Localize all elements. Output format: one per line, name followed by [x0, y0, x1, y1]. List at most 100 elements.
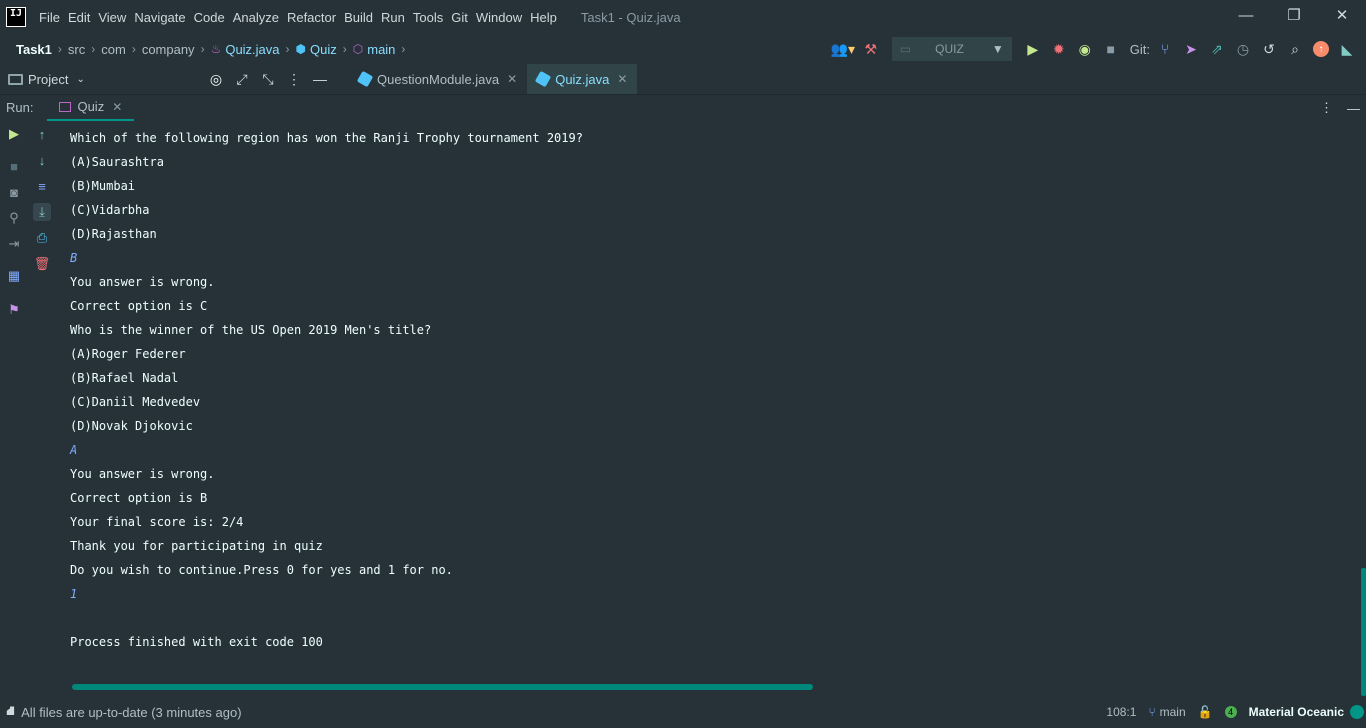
rerun-icon[interactable]: ▶ [0, 124, 28, 144]
breadcrumb-company[interactable]: company [142, 42, 195, 57]
camera-icon[interactable]: ◙ [0, 182, 28, 202]
git-update-icon[interactable]: ⑂ [1152, 36, 1178, 62]
hide-panel-icon[interactable]: — [307, 66, 333, 92]
lock-icon[interactable]: 🔓 [1198, 705, 1213, 719]
print-icon[interactable]: ⎙ [28, 228, 56, 248]
breadcrumb-project[interactable]: Task1 [16, 42, 52, 57]
run-config-icon [59, 101, 72, 112]
method-icon: ⬡ [352, 42, 364, 56]
menu-run[interactable]: Run [377, 10, 409, 25]
git-commit-icon[interactable]: ➤ [1178, 36, 1204, 62]
breadcrumb-method[interactable]: main [367, 42, 395, 57]
git-branch-widget[interactable]: ⑂ main [1148, 705, 1185, 719]
java-class-icon [356, 70, 374, 88]
git-label: Git: [1129, 41, 1150, 57]
tabs-bar: Project ⌄ ◎ ⤢ ⤡ ⋮ — QuestionModule.java … [0, 64, 1366, 94]
title-bar: IJ File Edit View Navigate Code Analyze … [0, 0, 1366, 34]
build-hammer-icon[interactable]: ⚒ [858, 36, 884, 62]
scroll-to-end-icon[interactable]: ⤓ [28, 202, 56, 222]
menu-navigate[interactable]: Navigate [130, 10, 189, 25]
project-label: Project [28, 71, 69, 87]
close-icon[interactable]: ✕ [617, 72, 627, 86]
run-configuration-select[interactable]: ▭ QUIZ ▼ [891, 37, 1012, 61]
more-options-icon[interactable]: ⋮ [1320, 100, 1333, 116]
exit-icon[interactable]: ⇥ [0, 234, 28, 254]
menu-code[interactable]: Code [190, 10, 229, 25]
plugin-icon[interactable]: ◣ [1334, 36, 1360, 62]
breadcrumb-file[interactable]: Quiz.java [225, 42, 279, 57]
breadcrumb-src[interactable]: src [68, 42, 85, 57]
console-line: (A)Saurashtra [70, 155, 164, 169]
branch-label: main [1159, 705, 1186, 719]
git-push-icon[interactable]: ⇗ [1204, 36, 1230, 62]
attach-debugger-icon[interactable]: ⚲ [0, 208, 28, 228]
console-line: (D)Novak Djokovic [70, 419, 193, 433]
console-line: Correct option is C [70, 299, 208, 313]
stop-icon[interactable]: ■ [1098, 36, 1124, 62]
run-config-label: QUIZ [935, 42, 964, 56]
close-icon[interactable]: ✕ [112, 100, 122, 114]
maximize-button[interactable]: ❐ [1270, 0, 1318, 30]
main-menu: File Edit View Navigate Code Analyze Ref… [35, 10, 561, 25]
console-output[interactable]: Which of the following region has won th… [58, 120, 1358, 696]
arrow-down-icon[interactable]: ↓ [28, 150, 56, 170]
layout-icon[interactable]: ▦ [0, 266, 28, 286]
trash-icon[interactable]: 🗑 [28, 254, 56, 274]
console-line: You answer is wrong. [70, 275, 215, 289]
chevron-down-icon: ▼ [991, 42, 1004, 56]
vertical-scrollbar[interactable] [1361, 568, 1366, 696]
project-view-button[interactable]: Project ⌄ [8, 72, 203, 87]
soft-wrap-icon[interactable]: ≡ [28, 176, 56, 196]
menu-help[interactable]: Help [526, 10, 561, 25]
more-options-icon[interactable]: ⋮ [281, 66, 307, 92]
close-icon[interactable]: ✕ [507, 72, 517, 86]
run-label: Run: [6, 100, 34, 115]
expand-all-icon[interactable]: ⤢ [229, 66, 255, 92]
menu-refactor[interactable]: Refactor [283, 10, 340, 25]
close-button[interactable]: ✕ [1318, 0, 1366, 30]
minimize-button[interactable]: — [1222, 0, 1270, 30]
console-line: (B)Mumbai [70, 179, 136, 193]
horizontal-scrollbar[interactable] [72, 684, 813, 690]
tab-quiz[interactable]: Quiz.java ✕ [527, 64, 638, 94]
theme-name[interactable]: Material Oceanic [1249, 705, 1344, 719]
breadcrumb-com[interactable]: com [101, 42, 126, 57]
arrow-up-icon[interactable]: ↑ [28, 124, 56, 144]
menu-file[interactable]: File [35, 10, 64, 25]
tab-questionmodule[interactable]: QuestionModule.java ✕ [349, 64, 527, 94]
console-line: (B)Rafael Nadal [70, 371, 179, 385]
chevron-right-icon: › [131, 42, 136, 56]
menu-window[interactable]: Window [472, 10, 526, 25]
history-icon[interactable]: ◷ [1230, 36, 1256, 62]
menu-tools[interactable]: Tools [409, 10, 447, 25]
chevron-down-icon: ⌄ [76, 73, 85, 85]
console-line: (C)Daniil Medvedev [70, 395, 201, 409]
notification-count: 4 [1224, 706, 1237, 718]
breadcrumb-class[interactable]: Quiz [310, 42, 337, 57]
hide-panel-icon[interactable]: — [1347, 101, 1360, 116]
coverage-icon[interactable]: ◉ [1072, 36, 1098, 62]
menu-edit[interactable]: Edit [64, 10, 94, 25]
chevron-right-icon: › [200, 42, 205, 56]
rollback-icon[interactable]: ↺ [1256, 36, 1282, 62]
run-icon[interactable]: ▶ [1020, 36, 1046, 62]
run-tab-quiz[interactable]: Quiz ✕ [47, 95, 135, 121]
collaborate-icon[interactable]: 👥▾ [828, 36, 858, 62]
menu-view[interactable]: View [94, 10, 130, 25]
intellij-logo-icon: IJ [6, 7, 26, 27]
collapse-all-icon[interactable]: ⤡ [255, 66, 281, 92]
search-icon[interactable]: ⌕ [1282, 36, 1308, 62]
menu-analyze[interactable]: Analyze [229, 10, 283, 25]
console-user-input: 1 [70, 587, 78, 601]
menu-build[interactable]: Build [340, 10, 377, 25]
caret-position[interactable]: 108:1 [1106, 705, 1136, 719]
pin-icon[interactable]: ⚑ [0, 300, 28, 320]
locate-icon[interactable]: ◎ [203, 66, 229, 92]
stop-icon[interactable]: ■ [0, 156, 28, 176]
notifications-widget[interactable]: 4 [1224, 706, 1237, 718]
menu-git[interactable]: Git [447, 10, 472, 25]
console-line: Thank you for participating in quiz [70, 539, 323, 553]
update-icon[interactable]: ↑ [1308, 36, 1334, 62]
debug-icon[interactable]: ✹ [1046, 36, 1072, 62]
status-icon[interactable]: ⛘ [6, 703, 15, 721]
